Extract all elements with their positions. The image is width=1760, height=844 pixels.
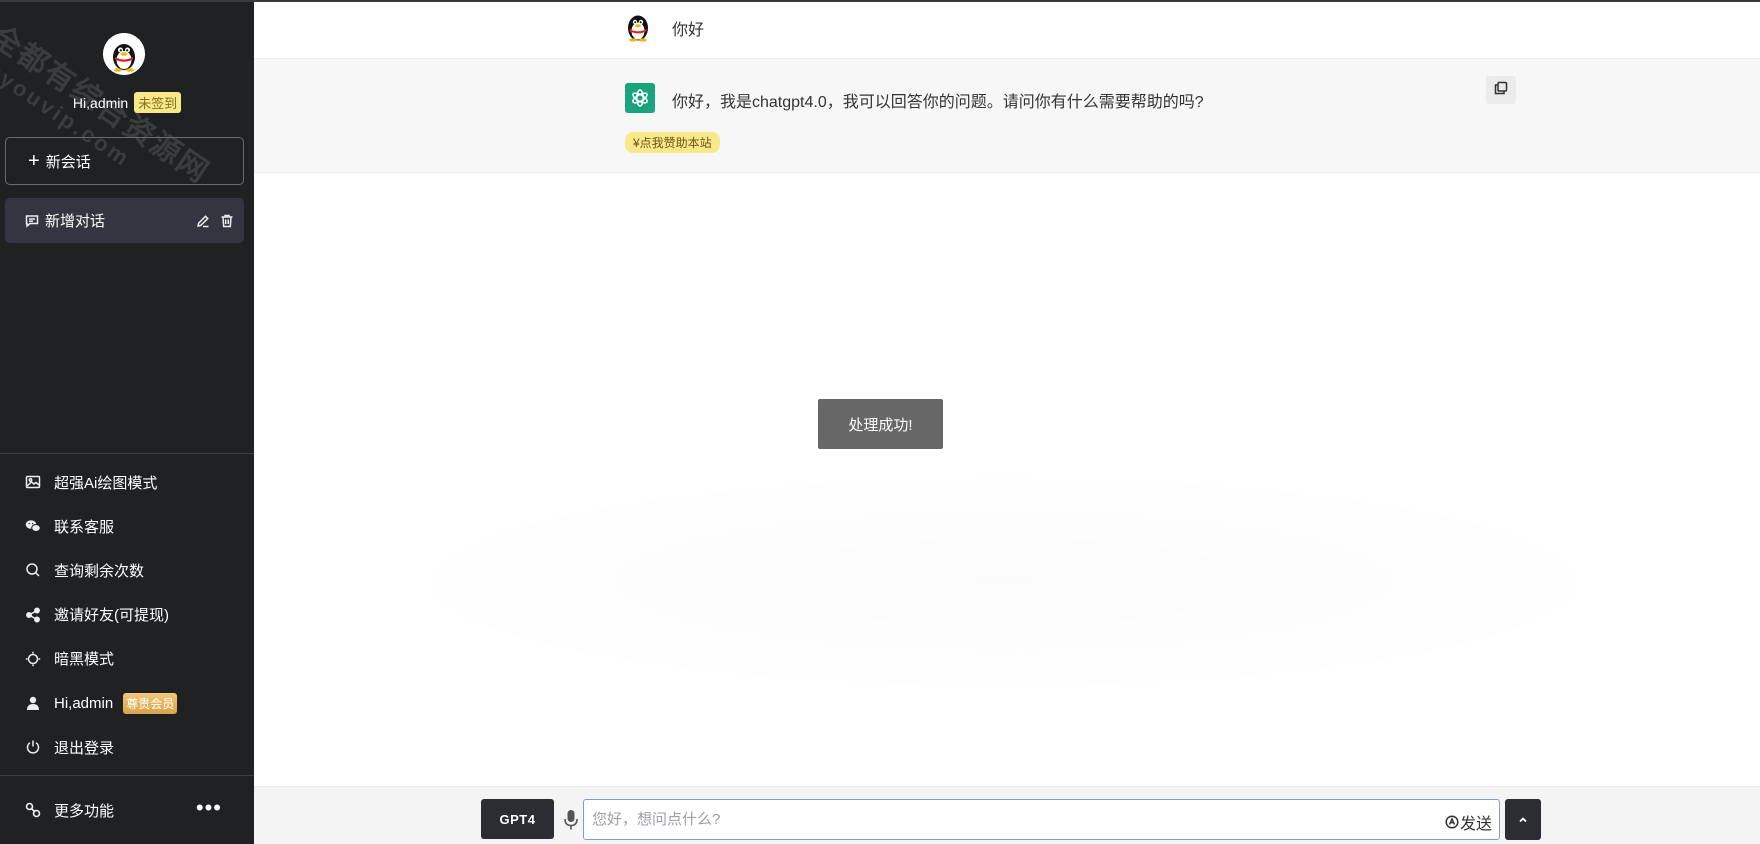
- search-icon: [25, 562, 41, 578]
- more-dots-icon[interactable]: •••: [196, 797, 222, 819]
- send-button[interactable]: 发送: [1445, 810, 1492, 834]
- background-decoration: [344, 462, 1664, 702]
- bot-message-text: 你好，我是chatgpt4.0，我可以回答你的问题。请问你有什么需要帮助的吗?: [672, 94, 1204, 111]
- menu-item-dark-mode[interactable]: 暗黑模式: [0, 637, 254, 681]
- plus-icon: +: [28, 150, 40, 172]
- edit-icon[interactable]: [196, 214, 210, 228]
- conversation-item[interactable]: 新增对话: [5, 198, 244, 243]
- send-icon: [1445, 815, 1459, 829]
- user-greeting-line: Hi,admin 未签到: [0, 92, 254, 113]
- user-greeting: Hi,admin: [72, 95, 129, 111]
- power-icon: [25, 739, 41, 755]
- donate-badge[interactable]: ¥点我赞助本站: [625, 132, 720, 153]
- wechat-icon: [25, 518, 41, 534]
- more-divider: [0, 775, 254, 776]
- user-message-text: 你好: [672, 22, 705, 39]
- vip-badge: 尊贵会员: [123, 692, 178, 714]
- image-icon: [25, 474, 41, 490]
- new-chat-label: 新会话: [45, 153, 91, 171]
- scroll-up-button[interactable]: [1505, 799, 1541, 840]
- menu-label: 联系客服: [54, 518, 115, 536]
- menu-divider: [0, 453, 254, 454]
- model-select-button[interactable]: GPT4: [481, 799, 554, 839]
- more-functions-button[interactable]: 更多功能 •••: [0, 788, 254, 832]
- menu-label: 退出登录: [54, 739, 115, 757]
- microphone-icon[interactable]: [564, 809, 578, 831]
- send-label: 发送: [1459, 816, 1492, 833]
- avatar[interactable]: [103, 33, 145, 75]
- watermark-url: douyouvip.com: [0, 38, 136, 172]
- penguin-avatar-icon: [625, 14, 651, 42]
- chat-bubble-icon: [25, 214, 39, 228]
- menu-label: 超强Ai绘图模式: [54, 474, 158, 492]
- checkin-badge[interactable]: 未签到: [134, 92, 182, 113]
- menu-label: 查询剩余次数: [54, 562, 145, 580]
- menu-item-invite-friends[interactable]: 邀请好友(可提现): [0, 593, 254, 637]
- menu-item-ai-drawing[interactable]: 超强Ai绘图模式: [0, 460, 254, 504]
- chat-main: 你好 你好，我是chatgpt4.0，我可以回答你的问题。请问你有什么需要帮助的…: [254, 0, 1760, 844]
- chevron-up-icon: [1518, 811, 1528, 829]
- menu-item-contact-service[interactable]: 联系客服: [0, 504, 254, 548]
- menu-item-user-profile[interactable]: Hi,admin 尊贵会员: [0, 681, 254, 725]
- openai-logo-icon: [625, 83, 655, 113]
- bot-message-row: 你好，我是chatgpt4.0，我可以回答你的问题。请问你有什么需要帮助的吗? …: [254, 59, 1760, 173]
- conversation-title: 新增对话: [45, 213, 106, 230]
- composer-bar: GPT4 发送: [254, 786, 1760, 844]
- more-functions-label: 更多功能: [54, 802, 115, 820]
- success-toast: 处理成功!: [818, 399, 943, 449]
- link-icon: [25, 802, 41, 818]
- copy-icon: [1494, 81, 1508, 100]
- user-icon: [25, 695, 41, 711]
- sidebar: 全都有综合资源网 douyouvip.com Hi,admin 未签到 + 新会…: [0, 0, 254, 844]
- menu-item-logout[interactable]: 退出登录: [0, 725, 254, 769]
- menu-item-query-remaining[interactable]: 查询剩余次数: [0, 548, 254, 592]
- menu-label: 邀请好友(可提现): [54, 607, 169, 625]
- user-message-row: 你好: [254, 2, 1760, 59]
- copy-button[interactable]: [1486, 76, 1516, 104]
- menu-label: 暗黑模式: [54, 651, 115, 669]
- penguin-avatar-icon: [103, 33, 145, 75]
- sidebar-menu: 超强Ai绘图模式 联系客服 查询剩余次数 邀请好友(可提现) 暗黑模式 Hi,a…: [0, 460, 254, 769]
- message-input[interactable]: [592, 800, 1392, 839]
- share-icon: [25, 607, 41, 623]
- menu-label: Hi,admin: [54, 694, 114, 712]
- message-input-wrapper: 发送: [583, 799, 1500, 840]
- dark-mode-icon: [25, 651, 41, 667]
- new-chat-button[interactable]: + 新会话: [5, 137, 244, 185]
- delete-icon[interactable]: [220, 214, 234, 228]
